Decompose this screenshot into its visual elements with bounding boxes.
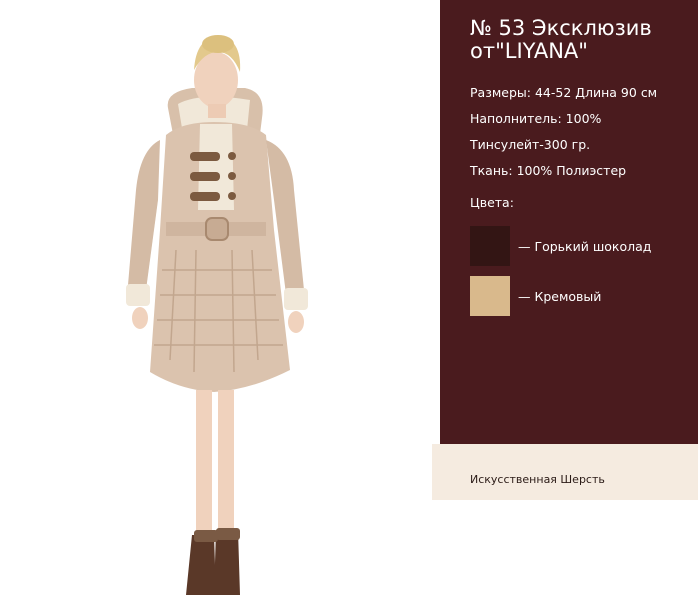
color-swatch-cream[interactable] (470, 276, 510, 316)
spec-sizes: Размеры: 44-52 Длина 90 см (470, 85, 658, 100)
material-text: Искусственная Шерсть (470, 473, 605, 486)
color-option-chocolate[interactable]: — Горький шоколад (470, 226, 651, 266)
product-info-panel: № 53 Эксклюзив от"LIYANA" Размеры: 44-52… (440, 0, 698, 444)
color-swatch-chocolate[interactable] (470, 226, 510, 266)
material-note: Искусственная Шерсть (432, 444, 698, 500)
product-specs: Размеры: 44-52 Длина 90 см Наполнитель: … (470, 80, 698, 184)
color-label-cream: — Кремовый (518, 288, 602, 304)
color-label-chocolate: — Горький шоколад (518, 238, 652, 254)
product-photo (0, 0, 432, 595)
model-coat-image (126, 35, 308, 595)
product-title: № 53 Эксклюзив от"LIYANA" (470, 16, 652, 63)
spec-fabric: Ткань: 100% Полиэстер (470, 163, 627, 178)
color-option-cream[interactable]: — Кремовый (470, 276, 601, 316)
spec-filling: Наполнитель: 100% Тинсулейт-300 гр. (470, 111, 602, 152)
colors-label: Цвета: (470, 195, 514, 210)
